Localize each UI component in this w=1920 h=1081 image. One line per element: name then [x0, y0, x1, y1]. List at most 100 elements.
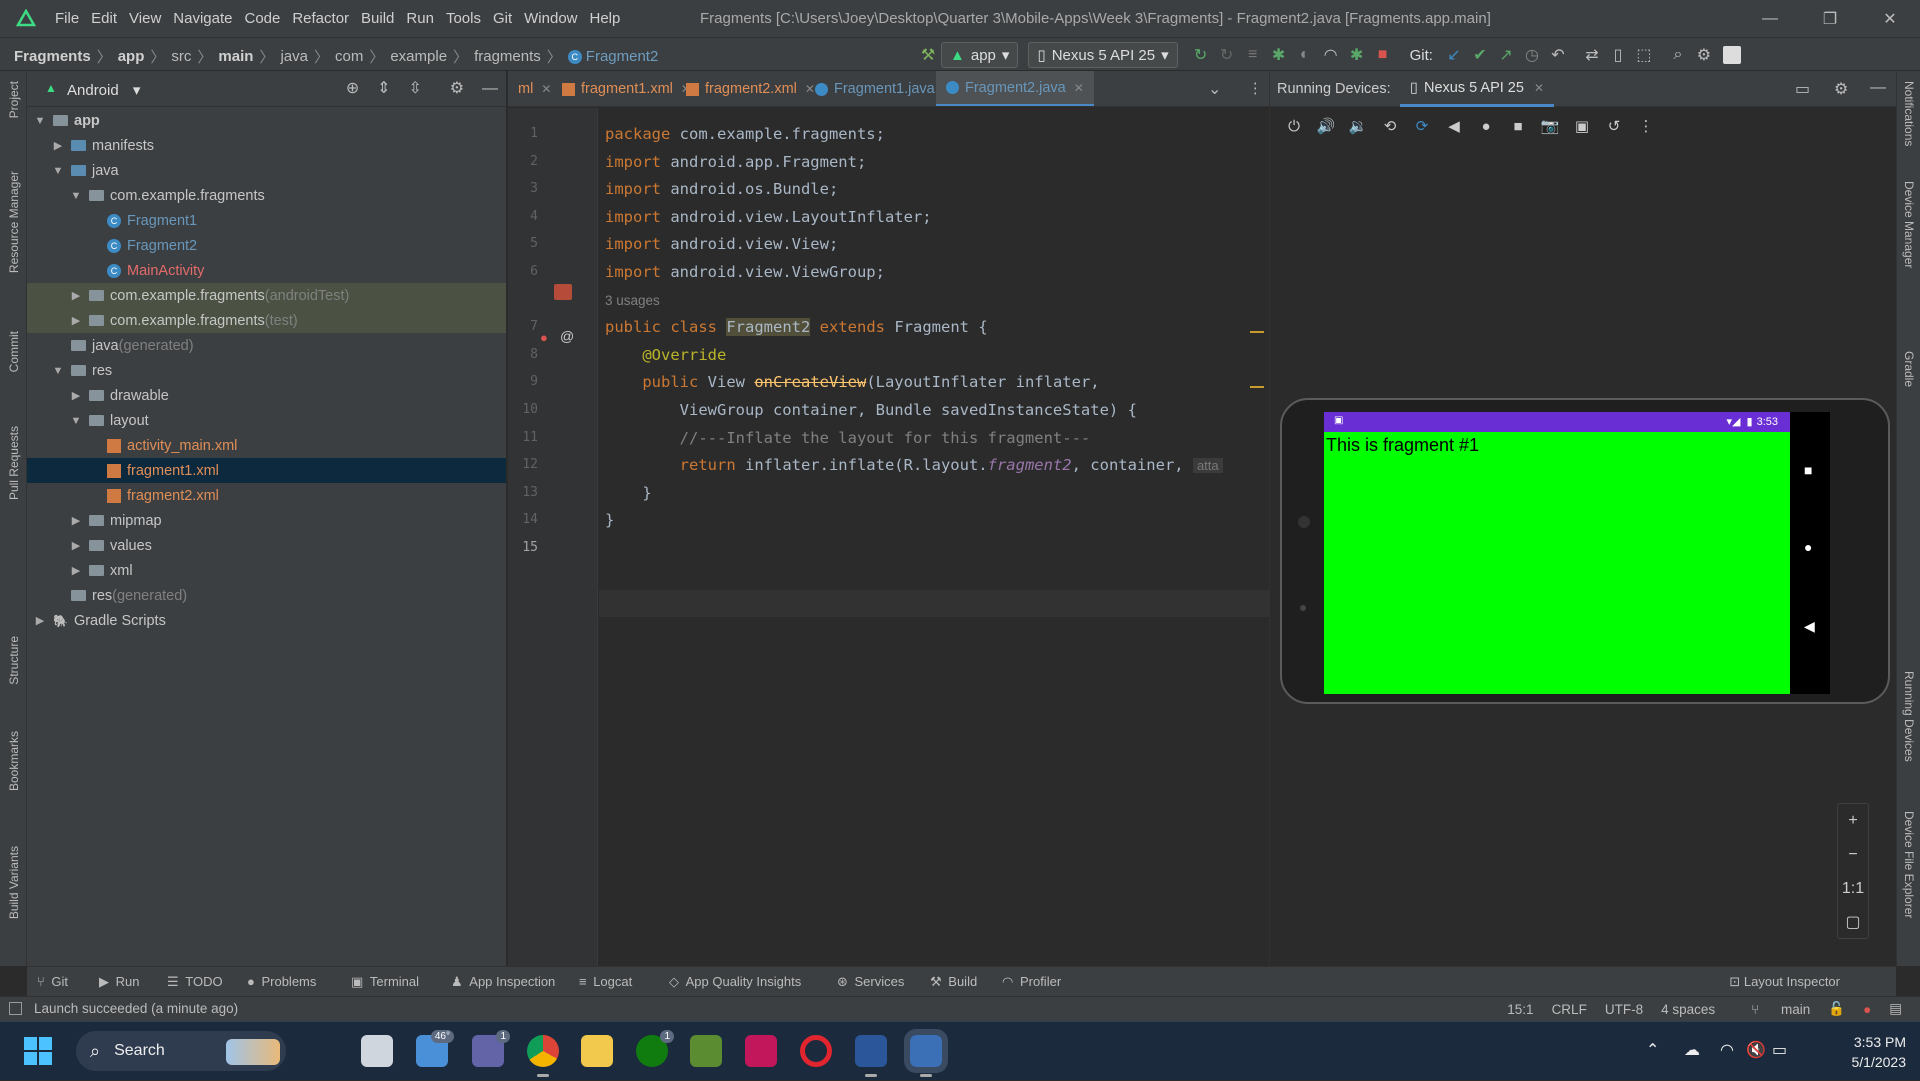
tree-item[interactable]: ▶ com.example.fragments (androidTest): [27, 283, 506, 308]
tool-window-notifications[interactable]: Notifications: [1902, 81, 1916, 146]
zoom-out-icon[interactable]: −: [1838, 838, 1868, 872]
breadcrumb-item[interactable]: com: [335, 48, 363, 65]
xbox-icon[interactable]: 1: [636, 1030, 674, 1067]
chevron-right-icon[interactable]: ▶: [33, 614, 47, 627]
tree-item[interactable]: C Fragment2: [27, 233, 506, 258]
back-icon[interactable]: ◀: [1438, 117, 1470, 135]
tree-item[interactable]: fragment1.xml: [27, 458, 506, 483]
menu-item-tools[interactable]: Tools: [446, 10, 481, 27]
bottom-tab-logcat[interactable]: ≡ Logcat: [579, 974, 632, 989]
tree-item[interactable]: ▼ java: [27, 158, 506, 183]
tree-item[interactable]: ▶ drawable: [27, 383, 506, 408]
word-icon[interactable]: [855, 1035, 887, 1077]
taskbar-search[interactable]: ⌕ Search: [76, 1031, 286, 1071]
code-area[interactable]: package com.example.fragments; import and…: [605, 108, 1265, 966]
power-icon[interactable]: ⏻: [1278, 118, 1310, 135]
breadcrumb-item[interactable]: src: [171, 48, 191, 65]
chevron-up-icon[interactable]: ⌃: [1646, 1040, 1659, 1060]
back-icon[interactable]: ◀: [1804, 618, 1815, 635]
minecraft-icon[interactable]: [690, 1035, 722, 1067]
tree-item[interactable]: C MainActivity: [27, 258, 506, 283]
sdk-manager-icon[interactable]: ⬚: [1631, 42, 1657, 68]
tool-window-device-file-explorer[interactable]: Device File Explorer: [1902, 811, 1916, 918]
search-icon[interactable]: ⌕: [1665, 42, 1691, 68]
tool-window-project[interactable]: Project: [7, 81, 21, 118]
tool-window-resource-manager[interactable]: Resource Manager: [7, 171, 21, 273]
locate-icon[interactable]: ⊕: [346, 80, 359, 97]
gear-icon[interactable]: ⚙: [1691, 42, 1717, 68]
expand-all-icon[interactable]: ⇕: [377, 80, 390, 97]
chevron-right-icon[interactable]: ▶: [69, 539, 83, 552]
file-encoding[interactable]: UTF-8: [1605, 1002, 1643, 1017]
chevron-right-icon[interactable]: ▶: [69, 564, 83, 577]
tool-window-bookmarks[interactable]: Bookmarks: [7, 731, 21, 791]
editor-tab-fragment2-xml[interactable]: fragment2.xml ✕: [676, 71, 825, 106]
menu-item-code[interactable]: Code: [244, 10, 280, 27]
home-icon[interactable]: ●: [1804, 539, 1812, 555]
chevron-right-icon[interactable]: ▶: [69, 289, 83, 302]
menu-item-window[interactable]: Window: [524, 10, 577, 27]
indent-setting[interactable]: 4 spaces: [1661, 1002, 1715, 1017]
device-manager-icon[interactable]: ▯: [1605, 42, 1631, 68]
menu-item-help[interactable]: Help: [590, 10, 621, 27]
chevron-right-icon[interactable]: ▶: [51, 139, 65, 152]
tree-item[interactable]: ▶ 🐘 Gradle Scripts: [27, 608, 506, 633]
git-branch[interactable]: ⑂ main: [1733, 1002, 1810, 1017]
bottom-tab-app-inspection[interactable]: ♟ App Inspection: [451, 974, 555, 990]
more-icon[interactable]: ⋮: [1630, 117, 1662, 135]
chevron-down-icon[interactable]: ▼: [33, 115, 47, 127]
tree-item[interactable]: res (generated): [27, 583, 506, 608]
menu-item-file[interactable]: File: [55, 10, 79, 27]
device-tab[interactable]: ▯ Nexus 5 API 25 ✕: [1400, 71, 1554, 107]
stop-icon[interactable]: ■: [1370, 42, 1396, 68]
bottom-tab-profiler[interactable]: ◠ Profiler: [1002, 974, 1061, 990]
bottom-tab-app-quality-insights[interactable]: ◇ App Quality Insights: [669, 974, 801, 990]
android-studio-icon[interactable]: [904, 1029, 948, 1077]
bottom-tab-git[interactable]: ⑂ Git: [37, 974, 68, 989]
clock[interactable]: 3:53 PM 5/1/2023: [1816, 1032, 1907, 1072]
gear-icon[interactable]: ⚙: [1834, 79, 1848, 99]
onedrive-icon[interactable]: ☁: [1684, 1040, 1700, 1060]
breadcrumb-item[interactable]: app: [118, 48, 145, 65]
hammer-build-icon[interactable]: ⚒: [915, 42, 941, 68]
tree-item[interactable]: ▶ xml: [27, 558, 506, 583]
fit-screen-icon[interactable]: ▢: [1838, 906, 1868, 940]
volume-muted-icon[interactable]: 🔇: [1746, 1040, 1766, 1060]
camera-icon[interactable]: 📷: [1534, 117, 1566, 135]
tool-window-commit[interactable]: Commit: [7, 331, 21, 372]
close-icon[interactable]: ✕: [1534, 81, 1544, 95]
avatar[interactable]: [1722, 46, 1741, 64]
menu-item-view[interactable]: View: [129, 10, 161, 27]
teams-icon[interactable]: 1: [472, 1030, 510, 1067]
windows-start-icon[interactable]: [24, 1037, 52, 1065]
tool-window-build-variants[interactable]: Build Variants: [7, 846, 21, 919]
chevron-down-icon[interactable]: ▼: [69, 415, 83, 427]
restore-icon[interactable]: ❐: [1800, 9, 1860, 29]
bottom-tab-todo[interactable]: ☰ TODO: [167, 974, 223, 990]
chevron-down-icon[interactable]: ▼: [69, 190, 83, 202]
menu-item-refactor[interactable]: Refactor: [292, 10, 349, 27]
tree-item[interactable]: C Fragment1: [27, 208, 506, 233]
chevron-right-icon[interactable]: ▶: [69, 314, 83, 327]
notifications-icon[interactable]: ▤: [1889, 1001, 1902, 1017]
bottom-tab-problems[interactable]: ● Problems: [247, 974, 316, 989]
opera-icon[interactable]: [800, 1035, 832, 1067]
apply-code-changes-icon[interactable]: ↻: [1214, 42, 1240, 68]
lock-icon[interactable]: 🔓: [1828, 1001, 1845, 1017]
weather-icon[interactable]: 46°: [416, 1030, 454, 1067]
close-icon[interactable]: ✕: [1860, 9, 1920, 29]
actual-size-icon[interactable]: 1:1: [1838, 872, 1868, 906]
layout-inspector-tab[interactable]: ⊡ Layout Inspector: [1729, 974, 1840, 990]
bottom-tab-services[interactable]: ⊛ Services: [837, 974, 904, 990]
file-explorer-icon[interactable]: [581, 1035, 613, 1067]
maximize-icon[interactable]: ▭: [1795, 79, 1810, 99]
profile-icon[interactable]: ◠: [1318, 42, 1344, 68]
tool-window-running-devices[interactable]: Running Devices: [1902, 671, 1916, 762]
chevron-right-icon[interactable]: ▶: [69, 514, 83, 527]
tree-item[interactable]: ▼ app: [27, 108, 506, 133]
app-icon[interactable]: [745, 1035, 777, 1067]
more-icon[interactable]: ⋮: [1248, 71, 1263, 106]
chevron-down-icon[interactable]: ▼: [51, 365, 65, 377]
reset-icon[interactable]: ↺: [1598, 117, 1630, 135]
emulator-screen[interactable]: ▣ ▾◢ ▮ 3:53 This is fragment #1 ■ ● ◀: [1324, 412, 1830, 694]
